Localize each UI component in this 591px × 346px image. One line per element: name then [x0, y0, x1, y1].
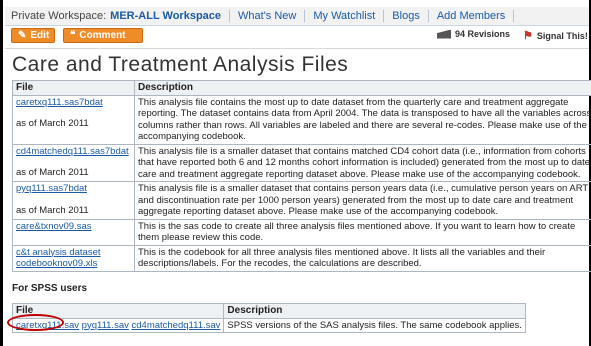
column-header-file: File	[12, 80, 135, 96]
signal-this-link[interactable]: ⚑ Signal This!	[523, 29, 588, 42]
nav-separator	[513, 10, 515, 22]
toolbar-divider	[5, 48, 589, 49]
description-cell: This analysis file is a smaller dataset …	[134, 143, 591, 182]
edit-button[interactable]: ✎ Edit	[11, 28, 55, 43]
nav-link-add-members[interactable]: Add Members	[437, 10, 505, 22]
page-toolbar: ✎ Edit ❝ Comment 94 Revisions ⚑ Signal T…	[5, 26, 589, 46]
file-cell: caretxq111.sas7bdat as of March 2011	[12, 94, 135, 145]
nav-link-whats-new[interactable]: What's New	[238, 10, 296, 22]
workspace-label: Private Workspace:	[11, 10, 107, 22]
table-row: pyq111.sas7bdat as of March 2011 This an…	[12, 181, 591, 220]
analysis-files-table: File Description caretxq111.sas7bdat as …	[12, 80, 591, 272]
file-link-cd4matchedq111-sas7bdat[interactable]: cd4matchedq111.sas7bdat	[16, 146, 129, 157]
nav-link-my-watchlist[interactable]: My Watchlist	[313, 10, 375, 22]
file-cell: pyq111.sas7bdat as of March 2011	[12, 181, 135, 220]
revisions-icon	[437, 29, 451, 39]
column-header-description: Description	[134, 80, 591, 96]
file-link-pyq111-sav[interactable]: pyq111.sav	[82, 320, 129, 331]
comment-button-label: Comment	[79, 30, 126, 41]
table-row: c&t analysis dataset codebooknov09.xls T…	[12, 244, 591, 272]
nav-separator	[229, 10, 231, 22]
speech-bubble-icon: ❝	[70, 30, 76, 41]
nav-separator	[427, 10, 429, 22]
file-link-codebook-xls[interactable]: c&t analysis dataset codebooknov09.xls	[16, 247, 101, 270]
highlight-circle	[7, 314, 64, 331]
description-cell: This analysis file is a smaller dataset …	[134, 181, 591, 220]
table-header-row: File Description	[11, 303, 526, 319]
revisions-label: 94 Revisions	[455, 29, 511, 39]
file-cell: cd4matchedq111.sas7bdat as of March 2011	[12, 143, 135, 182]
pencil-icon: ✎	[18, 30, 27, 41]
table-row: caretxq111.sas7bdat as of March 2011 Thi…	[12, 94, 591, 145]
table-row: caretxq111.sav pyq111.sav cd4matchedq111…	[11, 317, 526, 333]
nav-separator	[383, 10, 385, 22]
comment-button[interactable]: ❝ Comment	[63, 28, 143, 43]
table-header-row: File Description	[12, 80, 591, 96]
file-link-caretxq111-sas7bdat[interactable]: caretxq111.sas7bdat	[16, 97, 103, 108]
top-navigation: Private Workspace: MER-ALL Workspace Wha…	[5, 7, 589, 26]
edit-button-label: Edit	[30, 30, 50, 41]
page-title: Care and Treatment Analysis Files	[12, 53, 349, 76]
table-row: cd4matchedq111.sas7bdat as of March 2011…	[12, 143, 591, 182]
file-cell: c&t analysis dataset codebooknov09.xls	[12, 244, 135, 272]
nav-link-blogs[interactable]: Blogs	[392, 10, 420, 22]
description-cell: SPSS versions of the SAS analysis files.…	[223, 317, 526, 333]
file-link-cd4matchedq111-sav[interactable]: cd4matchedq111.sav	[132, 320, 221, 331]
file-cell: care&txnov09.sas	[12, 218, 135, 246]
table-row: care&txnov09.sas This is the sas code to…	[12, 218, 591, 246]
column-header-description: Description	[223, 303, 526, 319]
description-cell: This is the sas code to create all three…	[134, 218, 591, 246]
signal-label: Signal This!	[536, 30, 588, 41]
nav-separator	[304, 10, 306, 22]
file-link-care-txnov09-sas[interactable]: care&txnov09.sas	[16, 221, 92, 232]
spss-files-table: File Description caretxq111.sav pyq111.s…	[11, 303, 526, 333]
file-date: as of March 2011	[16, 118, 89, 129]
file-date: as of March 2011	[16, 204, 89, 216]
file-date: as of March 2011	[16, 167, 89, 178]
file-link-pyq111-sas7bdat[interactable]: pyq111.sas7bdat	[16, 183, 87, 194]
description-cell: This is the codebook for all three analy…	[134, 244, 591, 272]
signal-icon: ⚑	[523, 30, 533, 42]
workspace-name-link[interactable]: MER-ALL Workspace	[110, 10, 221, 22]
description-cell: This analysis file contains the most up …	[134, 94, 591, 145]
spss-section-heading: For SPSS users	[12, 283, 88, 294]
revisions-link[interactable]: 94 Revisions	[437, 29, 510, 39]
window-frame-left	[0, 0, 3, 346]
